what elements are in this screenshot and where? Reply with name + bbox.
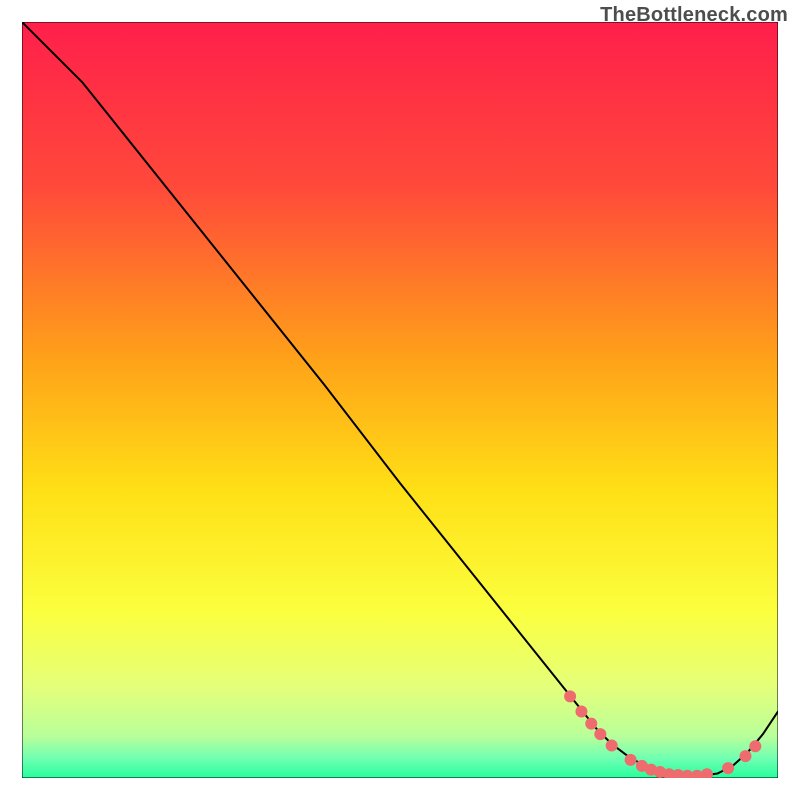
highlight-point [594, 728, 606, 740]
chart-container: TheBottleneck.com [0, 0, 800, 800]
chart-plot [22, 22, 778, 778]
highlight-point [564, 690, 576, 702]
chart-svg [22, 22, 778, 778]
highlight-point [606, 739, 618, 751]
highlight-point [575, 705, 587, 717]
highlight-point [585, 718, 597, 730]
highlight-point [749, 740, 761, 752]
highlight-point [625, 754, 637, 766]
highlight-point [722, 762, 734, 774]
watermark-text: TheBottleneck.com [600, 4, 788, 27]
highlight-point [739, 750, 751, 762]
chart-background [22, 22, 778, 778]
